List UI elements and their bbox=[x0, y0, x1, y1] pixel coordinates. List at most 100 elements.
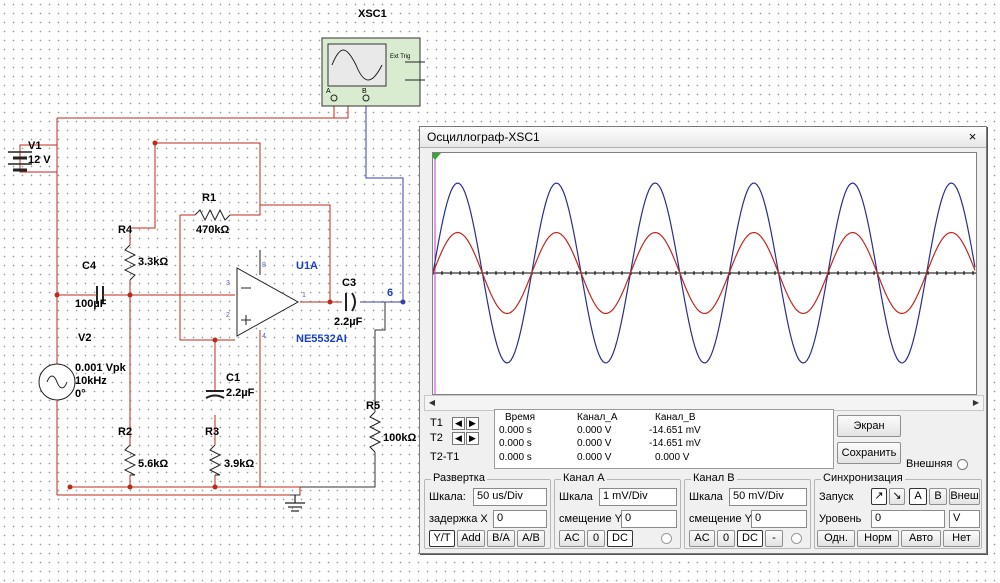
t1-channel-b: -14.651 mV bbox=[649, 425, 701, 436]
channel-b-offset-label: смещение Y bbox=[689, 513, 752, 525]
mode-yt-button[interactable]: Y/T bbox=[429, 530, 455, 547]
trigger-level-label: Уровень bbox=[819, 513, 862, 525]
t1-time: 0.000 s bbox=[499, 425, 532, 436]
trigger-source-a-button[interactable]: A bbox=[909, 488, 927, 505]
channel-b-scale-label: Шкала bbox=[689, 491, 723, 503]
t2-channel-a: 0.000 V bbox=[577, 438, 612, 449]
channel-a-dc-button[interactable]: DC bbox=[607, 530, 633, 547]
channel-b-dc-button[interactable]: DC bbox=[737, 530, 763, 547]
channel-a-scale-field[interactable]: 1 mV/Div bbox=[599, 488, 677, 506]
channel-b-group: Канал B Шкала 50 mV/Div смещение Y 0 AC … bbox=[684, 472, 811, 549]
t1-label: T1 bbox=[430, 417, 443, 429]
channel-a-zero-button[interactable]: 0 bbox=[587, 530, 605, 547]
trigger-none-button[interactable]: Нет bbox=[943, 530, 980, 547]
cursor-readout-table: Время Канал_A Канал_B 0.000 s 0.000 V -1… bbox=[494, 409, 834, 469]
scroll-left-icon[interactable]: ◀ bbox=[425, 396, 439, 410]
channel-b-zero-button[interactable]: 0 bbox=[717, 530, 735, 547]
scope-screen[interactable] bbox=[429, 152, 977, 395]
channel-b-ac-button[interactable]: AC bbox=[689, 530, 715, 547]
mode-ba-button[interactable]: B/A bbox=[487, 530, 515, 547]
trigger-source-b-button[interactable]: B bbox=[929, 488, 947, 505]
scope-titlebar[interactable]: Осциллограф-XSC1 × bbox=[420, 127, 986, 148]
trigger-level-field[interactable]: 0 bbox=[871, 510, 945, 528]
readout-header-b: Канал_B bbox=[655, 412, 696, 423]
channel-b-radio[interactable] bbox=[791, 533, 802, 544]
trigger-group: Синхронизация Запуск ↗ ↘ A B Внеш Уровен… bbox=[814, 472, 982, 549]
close-button[interactable]: × bbox=[964, 129, 981, 146]
readout-header-time: Время bbox=[505, 412, 536, 423]
t2-time: 0.000 s bbox=[499, 438, 532, 449]
external-trigger-label: Внешняя bbox=[906, 458, 953, 470]
t1-left-arrow-icon[interactable]: ◀ bbox=[452, 417, 465, 430]
pin2-label: 2 bbox=[226, 312, 230, 319]
net-label: 6 bbox=[387, 287, 394, 299]
t2-right-arrow-icon[interactable]: ▶ bbox=[466, 432, 479, 445]
c3-value: 2.2µF bbox=[334, 316, 363, 328]
c1-value: 2.2µF bbox=[226, 387, 255, 399]
r3-ref: R3 bbox=[205, 426, 220, 438]
scope-instrument[interactable] bbox=[321, 37, 425, 107]
v2-amplitude: 0.001 Vpk bbox=[75, 362, 126, 374]
blue-wires bbox=[360, 104, 404, 303]
timebase-scale-field[interactable]: 50 us/Div bbox=[473, 488, 547, 506]
c1-ref: C1 bbox=[226, 372, 241, 384]
c4-ref: C4 bbox=[82, 260, 97, 272]
channel-b-offset-field[interactable]: 0 bbox=[751, 510, 807, 528]
trigger-level-unit[interactable]: V bbox=[949, 510, 980, 528]
pin4-label: 4 bbox=[262, 333, 266, 340]
rising-edge-icon[interactable]: ↗ bbox=[871, 488, 887, 505]
delta-time: 0.000 s bbox=[499, 452, 532, 463]
save-button[interactable]: Сохранить bbox=[837, 442, 901, 464]
falling-edge-icon[interactable]: ↘ bbox=[889, 488, 905, 505]
v1-ref: V1 bbox=[28, 140, 42, 152]
u1a-ref: U1A bbox=[296, 260, 319, 272]
scope-port-b: B bbox=[362, 88, 367, 95]
delay-label: задержка X bbox=[429, 513, 488, 525]
channel-a-group: Канал A Шкала 1 mV/Div смещение Y 0 AC 0… bbox=[554, 472, 681, 549]
readout-header-a: Канал_A bbox=[577, 412, 618, 423]
trigger-source-ext-button[interactable]: Внеш bbox=[949, 488, 980, 505]
channel-a-offset-field[interactable]: 0 bbox=[621, 510, 677, 528]
ac-source-v2-symbol bbox=[38, 295, 76, 487]
scope-port-a: A bbox=[326, 88, 331, 95]
t1-right-arrow-icon[interactable]: ▶ bbox=[466, 417, 479, 430]
delay-field[interactable]: 0 bbox=[493, 510, 547, 528]
timebase-title: Развертка bbox=[431, 472, 487, 484]
mode-ab-button[interactable]: A/B bbox=[517, 530, 545, 547]
oscilloscope-window[interactable]: Осциллограф-XSC1 × ◀ ▶ T1 ◀ ▶ T2 ◀ ▶ T2-… bbox=[419, 126, 987, 554]
scope-port-ext: Ext Trig bbox=[390, 54, 411, 60]
channel-a-title: Канал A bbox=[561, 472, 607, 484]
channel-a-radio[interactable] bbox=[661, 533, 672, 544]
scope-title: Осциллограф-XSC1 bbox=[427, 130, 540, 144]
c4-value: 100µF bbox=[75, 298, 107, 310]
t1-channel-a: 0.000 V bbox=[577, 425, 612, 436]
r5-ref: R5 bbox=[366, 400, 381, 412]
channel-a-offset-label: смещение Y bbox=[559, 513, 622, 525]
channel-b-invert-button[interactable]: - bbox=[765, 530, 783, 547]
ground-symbol bbox=[285, 495, 305, 512]
r1-ref: R1 bbox=[202, 192, 217, 204]
scope-ref-label: XSC1 bbox=[358, 8, 387, 20]
v2-phase: 0° bbox=[75, 388, 86, 400]
r4-value: 3.3kΩ bbox=[138, 256, 169, 268]
trigger-edge-label: Запуск bbox=[819, 491, 854, 503]
channel-b-scale-field[interactable]: 50 mV/Div bbox=[729, 488, 807, 506]
external-radio[interactable] bbox=[957, 459, 968, 470]
scroll-right-icon[interactable]: ▶ bbox=[969, 396, 983, 410]
trigger-normal-button[interactable]: Норм bbox=[857, 530, 899, 547]
channel-a-ac-button[interactable]: AC bbox=[559, 530, 585, 547]
pin3-label: 3 bbox=[226, 280, 230, 287]
channel-a-scale-label: Шкала bbox=[559, 491, 593, 503]
trigger-single-button[interactable]: Одн. bbox=[817, 530, 855, 547]
trigger-auto-button[interactable]: Авто bbox=[901, 530, 941, 547]
mode-add-button[interactable]: Add bbox=[457, 530, 485, 547]
v2-frequency: 10kHz bbox=[75, 375, 107, 387]
t2-left-arrow-icon[interactable]: ◀ bbox=[452, 432, 465, 445]
t2-t1-label: T2-T1 bbox=[430, 451, 460, 463]
v2-ref: V2 bbox=[78, 332, 92, 344]
opamp-u1a-symbol bbox=[236, 250, 300, 337]
screen-button[interactable]: Экран bbox=[837, 415, 901, 437]
pin8-label: 8 bbox=[262, 262, 266, 269]
r2-ref: R2 bbox=[118, 426, 133, 438]
trigger-title: Синхронизация bbox=[821, 472, 905, 484]
